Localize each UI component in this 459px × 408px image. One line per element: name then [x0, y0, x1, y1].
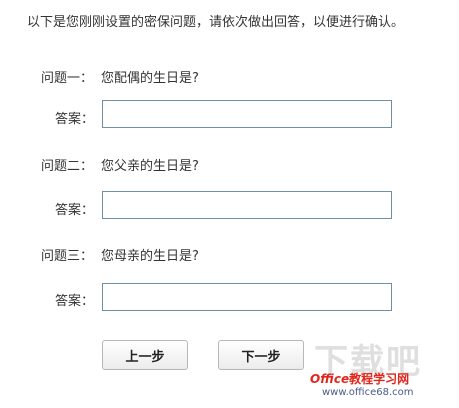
answer-2-input[interactable] — [102, 191, 392, 219]
question-1-label: 问题一： — [41, 71, 94, 86]
prev-step-button[interactable]: 上一步 — [102, 340, 188, 370]
question-3-text: 您母亲的生日是? — [101, 249, 199, 264]
question-3-label: 问题三： — [41, 249, 94, 264]
question-2: 问题二： 您父亲的生日是? — [41, 155, 199, 174]
question-2-text: 您父亲的生日是? — [101, 159, 199, 174]
answer-1-input[interactable] — [102, 100, 392, 128]
watermark-brand-rest: 教程学习网 — [349, 372, 410, 386]
question-1-text: 您配偶的生日是? — [101, 71, 199, 86]
intro-text: 以下是您刚刚设置的密保问题，请依次做出回答，以便进行确认。 — [27, 15, 405, 30]
answer-3-label: 答案： — [55, 294, 95, 309]
answer-1-label: 答案： — [55, 112, 95, 127]
watermark-url: www.office68.com — [322, 387, 414, 398]
answer-3-input[interactable] — [102, 283, 392, 311]
next-step-button[interactable]: 下一步 — [218, 340, 304, 370]
answer-2-label: 答案： — [55, 203, 95, 218]
question-2-label: 问题二： — [41, 159, 94, 174]
watermark-brand: Office教程学习网 — [310, 370, 409, 387]
question-3: 问题三： 您母亲的生日是? — [41, 245, 199, 264]
watermark-brand-office: Office — [310, 372, 350, 386]
watermark: 下载吧 Office教程学习网 www.office68.com — [306, 334, 456, 406]
question-1: 问题一： 您配偶的生日是? — [41, 67, 199, 86]
